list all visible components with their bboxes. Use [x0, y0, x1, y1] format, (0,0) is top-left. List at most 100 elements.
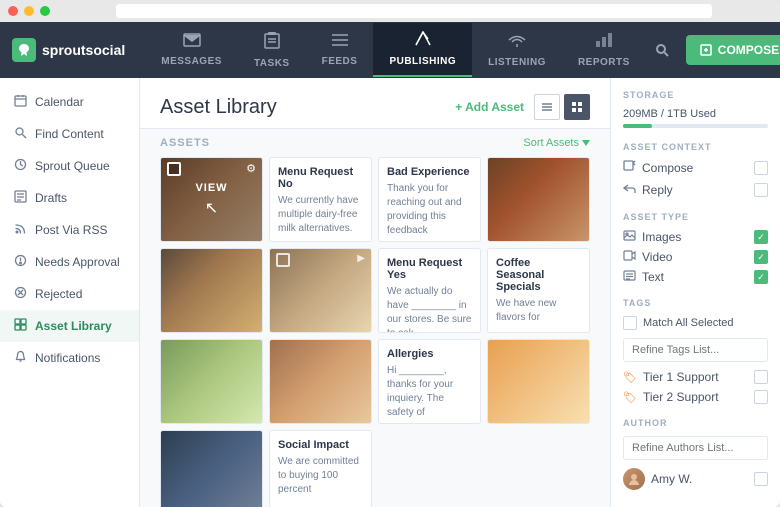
nav-item-publishing[interactable]: PUBLISHING — [373, 23, 472, 77]
author-name-amy: Amy W. — [651, 472, 748, 486]
nav-reports-label: REPORTS — [578, 57, 630, 68]
tasks-icon — [264, 31, 280, 54]
images-checkbox[interactable]: ✓ — [754, 230, 768, 244]
compose-checkbox[interactable] — [754, 161, 768, 175]
asset-card-12[interactable] — [160, 430, 263, 507]
text-type-label: Text — [642, 270, 748, 284]
nav-item-reports[interactable]: REPORTS — [562, 24, 646, 76]
video-type-label: Video — [642, 250, 748, 264]
sidebar-item-find-content[interactable]: Find Content — [0, 118, 139, 150]
nav-item-feeds[interactable]: FEEDS — [306, 25, 374, 75]
asset-card-6[interactable]: Menu Request Yes We actually do have ___… — [378, 248, 481, 333]
asset-card-8[interactable] — [160, 339, 263, 424]
nav-right: COMPOSE — [646, 34, 780, 66]
context-item-reply: Reply — [623, 182, 768, 198]
storage-title: STORAGE — [623, 90, 768, 100]
asset-card-7[interactable]: Coffee Seasonal Specials We have new fla… — [487, 248, 590, 333]
card-body-7: We have new flavors for — [496, 297, 581, 325]
tag-tier2-checkbox[interactable] — [754, 390, 768, 404]
compose-label: COMPOSE — [718, 43, 779, 57]
sidebar-item-calendar[interactable]: Calendar — [0, 86, 139, 118]
sidebar-item-drafts[interactable]: Drafts — [0, 182, 139, 214]
assets-header: ASSETS Sort Assets — [140, 129, 610, 157]
card-checkbox[interactable] — [276, 253, 290, 267]
sidebar-notifications-label: Notifications — [35, 351, 100, 365]
top-nav: sproutsocial MESSAGES TASKS — [0, 22, 780, 78]
asset-card-5[interactable]: ▶ — [269, 248, 372, 333]
maximize-dot[interactable] — [40, 6, 50, 16]
nav-item-messages[interactable]: MESSAGES — [145, 25, 238, 75]
logo: sproutsocial — [12, 38, 125, 62]
tag-tier2-icon: 🏷 — [623, 391, 637, 404]
card-body-1: We currently have multiple dairy-free mi… — [278, 194, 363, 236]
sidebar-item-asset-library[interactable]: Asset Library — [0, 310, 139, 342]
nav-item-tasks[interactable]: TASKS — [238, 23, 306, 77]
sidebar-item-rejected[interactable]: Rejected — [0, 278, 139, 310]
card-title-13: Social Impact — [278, 439, 363, 451]
card-body-13: We are committed to buying 100 percent — [278, 455, 363, 497]
sidebar-rss-label: Post Via RSS — [35, 223, 107, 237]
asset-card-1[interactable]: Menu Request No We currently have multip… — [269, 157, 372, 242]
asset-card-11[interactable] — [487, 339, 590, 424]
search-button[interactable] — [646, 34, 678, 66]
asset-card-9[interactable] — [269, 339, 372, 424]
publishing-icon — [414, 31, 432, 52]
calendar-icon — [14, 94, 27, 110]
sort-button[interactable]: Sort Assets — [523, 137, 590, 149]
app: sproutsocial MESSAGES TASKS — [0, 22, 780, 507]
asset-card-4[interactable] — [160, 248, 263, 333]
sidebar-item-post-via-rss[interactable]: Post Via RSS — [0, 214, 139, 246]
sort-label: Sort Assets — [523, 137, 579, 149]
images-type-icon — [623, 230, 636, 244]
tags-refine-input[interactable] — [623, 338, 768, 362]
sidebar-item-notifications[interactable]: Notifications — [0, 342, 139, 374]
storage-text: 209MB / 1TB Used — [623, 108, 768, 120]
add-asset-button[interactable]: + Add Asset — [455, 100, 524, 114]
view-overlay-label: VIEW — [195, 182, 227, 194]
rejected-icon — [14, 286, 27, 302]
asset-card-13[interactable]: Social Impact We are committed to buying… — [269, 430, 372, 507]
feeds-icon — [331, 33, 349, 52]
nav-item-listening[interactable]: LISTENING — [472, 24, 562, 76]
asset-card-3[interactable] — [487, 157, 590, 242]
asset-context-section: ASSET CONTEXT Compose Reply — [623, 142, 768, 198]
reply-checkbox[interactable] — [754, 183, 768, 197]
compose-context-icon — [623, 160, 636, 176]
assets-label: ASSETS — [160, 137, 210, 149]
asset-card-10[interactable]: Allergies Hi ________, thanks for your i… — [378, 339, 481, 424]
asset-type-section: ASSET TYPE Images ✓ Video ✓ — [623, 212, 768, 284]
tags-match-checkbox[interactable] — [623, 316, 637, 330]
card-body-6: We actually do have ________ in our stor… — [387, 285, 472, 333]
logo-icon — [12, 38, 36, 62]
close-dot[interactable] — [8, 6, 18, 16]
author-avatar-amy — [623, 468, 645, 490]
tag-tier2-label: Tier 2 Support — [643, 390, 748, 404]
list-view-button[interactable] — [534, 94, 560, 120]
text-checkbox[interactable]: ✓ — [754, 270, 768, 284]
tags-match-label: Match All Selected — [643, 317, 734, 329]
app-window: sproutsocial MESSAGES TASKS — [0, 0, 780, 507]
author-amy-checkbox[interactable] — [754, 472, 768, 486]
tag-tier1-checkbox[interactable] — [754, 370, 768, 384]
author-section: AUTHOR Amy W. — [623, 418, 768, 490]
video-checkbox[interactable]: ✓ — [754, 250, 768, 264]
video-icon: ▶ — [357, 253, 365, 264]
sidebar-calendar-label: Calendar — [35, 95, 84, 109]
grid-view-button[interactable] — [564, 94, 590, 120]
sidebar-item-needs-approval[interactable]: Needs Approval — [0, 246, 139, 278]
minimize-dot[interactable] — [24, 6, 34, 16]
author-refine-input[interactable] — [623, 436, 768, 460]
title-bar — [0, 0, 780, 22]
asset-card-0[interactable]: ⚙ VIEW ↖ — [160, 157, 263, 242]
url-bar[interactable] — [116, 4, 712, 18]
storage-fill — [623, 124, 652, 128]
cursor-icon: ↖ — [205, 198, 218, 218]
sidebar-item-sprout-queue[interactable]: Sprout Queue — [0, 150, 139, 182]
right-panel: STORAGE 209MB / 1TB Used ASSET CONTEXT C… — [610, 78, 780, 507]
asset-card-2[interactable]: Bad Experience Thank you for reaching ou… — [378, 157, 481, 242]
notifications-icon — [14, 350, 27, 366]
compose-button[interactable]: COMPOSE — [686, 35, 780, 65]
sidebar-rejected-label: Rejected — [35, 287, 82, 301]
tags-section: TAGS Match All Selected 🏷 Tier 1 Support… — [623, 298, 768, 404]
tag-item-tier2: 🏷 Tier 2 Support — [623, 390, 768, 404]
